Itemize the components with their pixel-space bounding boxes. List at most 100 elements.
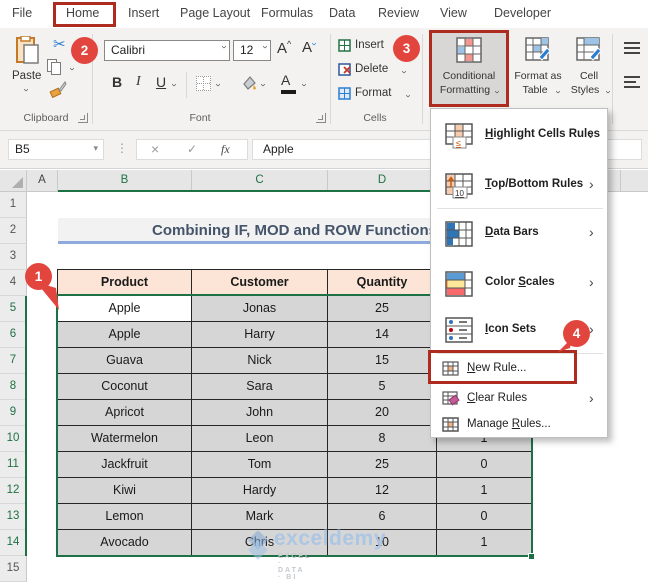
- enter-icon[interactable]: ✓: [187, 142, 197, 156]
- table-header-customer[interactable]: Customer: [192, 270, 328, 296]
- align-left-icon[interactable]: [624, 76, 640, 88]
- row-header-8[interactable]: 8: [0, 374, 27, 400]
- shrink-font-button[interactable]: A›: [302, 39, 320, 56]
- cell-E12[interactable]: 1: [437, 478, 531, 504]
- cell-B11[interactable]: Jackfruit: [58, 452, 192, 478]
- tab-view[interactable]: View: [440, 6, 467, 20]
- col-header-G[interactable]: [621, 170, 648, 192]
- name-box-caret[interactable]: ▾: [93, 143, 98, 154]
- cell-B9[interactable]: Apricot: [58, 400, 192, 426]
- borders-caret[interactable]: ›: [213, 83, 224, 86]
- underline-button[interactable]: U: [156, 74, 166, 90]
- select-all-corner[interactable]: [0, 170, 27, 192]
- name-box[interactable]: B5 ▾: [8, 139, 104, 160]
- row-header-12[interactable]: 12: [0, 478, 27, 504]
- cell-D7[interactable]: 15: [328, 348, 437, 374]
- row-header-7[interactable]: 7: [0, 348, 27, 374]
- row-header-14[interactable]: 14: [0, 530, 27, 556]
- row-header-9[interactable]: 9: [0, 400, 27, 426]
- format-as-table-button[interactable]: Format as Table ›: [512, 30, 564, 107]
- row-header-13[interactable]: 13: [0, 504, 27, 530]
- cell-D8[interactable]: 5: [328, 374, 437, 400]
- cancel-icon[interactable]: ×: [151, 141, 159, 157]
- row-header-3[interactable]: 3: [0, 244, 27, 270]
- tab-review[interactable]: Review: [378, 6, 419, 20]
- cell-E11[interactable]: 0: [437, 452, 531, 478]
- cell-B8[interactable]: Coconut: [58, 374, 192, 400]
- cut-icon[interactable]: ✂: [53, 35, 66, 53]
- menu-item-clear-rules[interactable]: Clear Rules ›: [431, 385, 607, 413]
- cell-B14[interactable]: Avocado: [58, 530, 192, 556]
- font-color-icon[interactable]: A: [281, 72, 296, 94]
- align-middle-icon[interactable]: [624, 42, 640, 54]
- col-header-C[interactable]: C: [192, 170, 328, 192]
- grow-font-button[interactable]: A^: [277, 39, 291, 57]
- menu-item-data-bars[interactable]: Data Bars ›: [431, 211, 607, 257]
- tab-page-layout[interactable]: Page Layout: [180, 6, 250, 20]
- italic-button[interactable]: I: [136, 74, 141, 90]
- cell-D12[interactable]: 12: [328, 478, 437, 504]
- col-header-B[interactable]: B: [58, 170, 192, 192]
- delete-button[interactable]: Delete: [355, 63, 388, 75]
- cell-D9[interactable]: 20: [328, 400, 437, 426]
- table-header-quantity[interactable]: Quantity: [328, 270, 437, 296]
- tab-formulas[interactable]: Formulas: [261, 6, 313, 20]
- borders-icon[interactable]: [196, 76, 211, 91]
- bold-button[interactable]: B: [112, 74, 122, 90]
- cell-D10[interactable]: 8: [328, 426, 437, 452]
- fill-color-caret[interactable]: ›: [258, 83, 269, 86]
- col-header-D[interactable]: D: [328, 170, 437, 192]
- format-painter-icon[interactable]: [49, 80, 67, 98]
- tab-insert[interactable]: Insert: [128, 6, 159, 20]
- menu-item-highlight-cells-rules[interactable]: ≤ Highlight Cells Rules ›: [431, 113, 607, 159]
- row-header-5[interactable]: 5: [0, 296, 27, 322]
- table-header-product[interactable]: Product: [58, 270, 192, 296]
- tab-developer[interactable]: Developer: [494, 6, 551, 20]
- underline-caret[interactable]: ›: [169, 83, 180, 86]
- format-button[interactable]: Format: [355, 87, 391, 99]
- cell-styles-button[interactable]: Cell Styles ›: [566, 30, 614, 107]
- tab-file[interactable]: File: [12, 6, 32, 20]
- cell-C8[interactable]: Sara: [192, 374, 328, 400]
- menu-item-top-bottom-rules[interactable]: 10 Top/Bottom Rules ›: [431, 163, 607, 209]
- paste-dropdown-caret[interactable]: ›: [21, 88, 32, 91]
- insert-function-icon[interactable]: fx: [221, 142, 230, 157]
- fill-handle[interactable]: [528, 553, 535, 560]
- cell-D6[interactable]: 14: [328, 322, 437, 348]
- menu-item-color-scales[interactable]: Color Scales ›: [431, 261, 607, 307]
- cell-C9[interactable]: John: [192, 400, 328, 426]
- format-caret[interactable]: ›: [403, 94, 414, 97]
- cell-B12[interactable]: Kiwi: [58, 478, 192, 504]
- cell-B10[interactable]: Watermelon: [58, 426, 192, 452]
- clipboard-dialog-launcher-icon[interactable]: [78, 113, 88, 123]
- font-color-caret[interactable]: ›: [299, 83, 310, 86]
- insert-button[interactable]: Insert: [355, 39, 384, 51]
- font-dialog-launcher-icon[interactable]: [316, 113, 326, 123]
- cell-C10[interactable]: Leon: [192, 426, 328, 452]
- cell-C6[interactable]: Harry: [192, 322, 328, 348]
- cell-B6[interactable]: Apple: [58, 322, 192, 348]
- row-header-4[interactable]: 4: [0, 270, 27, 296]
- font-size-combo[interactable]: 12 ›: [233, 40, 271, 61]
- cell-C7[interactable]: Nick: [192, 348, 328, 374]
- font-name-combo[interactable]: Calibri ›: [104, 40, 230, 61]
- fill-color-icon[interactable]: [240, 74, 258, 92]
- row-header-2[interactable]: 2: [0, 218, 27, 244]
- tab-data[interactable]: Data: [329, 6, 355, 20]
- cell-B7[interactable]: Guava: [58, 348, 192, 374]
- menu-item-manage-rules[interactable]: Manage Rules...: [431, 411, 607, 439]
- cell-B13[interactable]: Lemon: [58, 504, 192, 530]
- formula-bar-grip[interactable]: ⋮: [116, 141, 128, 155]
- cell-C11[interactable]: Tom: [192, 452, 328, 478]
- cell-E13[interactable]: 0: [437, 504, 531, 530]
- cell-C5[interactable]: Jonas: [192, 296, 328, 322]
- row-header-11[interactable]: 11: [0, 452, 27, 478]
- cell-D11[interactable]: 25: [328, 452, 437, 478]
- row-header-15[interactable]: 15: [0, 556, 27, 582]
- col-header-A[interactable]: A: [27, 170, 58, 192]
- cell-E14[interactable]: 1: [437, 530, 531, 556]
- paste-button[interactable]: Paste ›: [12, 36, 46, 94]
- cell-B5[interactable]: Apple: [58, 296, 192, 322]
- cell-D5[interactable]: 25: [328, 296, 437, 322]
- row-header-1[interactable]: 1: [0, 192, 27, 218]
